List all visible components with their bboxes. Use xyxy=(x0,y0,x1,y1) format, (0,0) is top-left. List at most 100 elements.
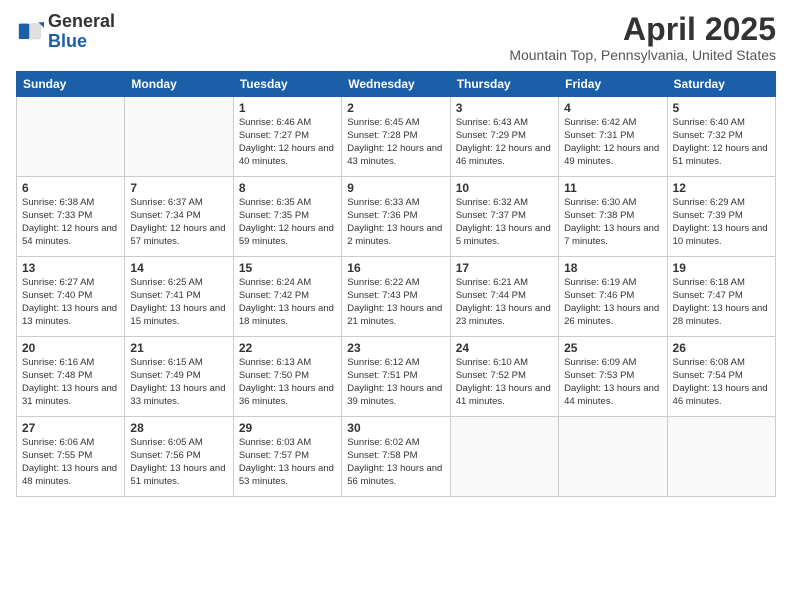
day-info: Sunrise: 6:18 AM Sunset: 7:47 PM Dayligh… xyxy=(673,277,770,328)
day-number: 30 xyxy=(347,421,444,435)
logo-text: General Blue xyxy=(48,12,115,52)
day-number: 23 xyxy=(347,341,444,355)
table-row: 23 Sunrise: 6:12 AM Sunset: 7:51 PM Dayli… xyxy=(342,337,450,417)
col-saturday: Saturday xyxy=(667,72,775,97)
col-wednesday: Wednesday xyxy=(342,72,450,97)
col-friday: Friday xyxy=(559,72,667,97)
table-row: 2 Sunrise: 6:45 AM Sunset: 7:28 PM Daylig… xyxy=(342,97,450,177)
day-info: Sunrise: 6:25 AM Sunset: 7:41 PM Dayligh… xyxy=(130,277,227,328)
day-info: Sunrise: 6:35 AM Sunset: 7:35 PM Dayligh… xyxy=(239,197,336,248)
day-info: Sunrise: 6:06 AM Sunset: 7:55 PM Dayligh… xyxy=(22,437,119,488)
logo: General Blue xyxy=(16,12,115,52)
day-info: Sunrise: 6:46 AM Sunset: 7:27 PM Dayligh… xyxy=(239,117,336,168)
day-info: Sunrise: 6:10 AM Sunset: 7:52 PM Dayligh… xyxy=(456,357,553,408)
day-info: Sunrise: 6:37 AM Sunset: 7:34 PM Dayligh… xyxy=(130,197,227,248)
table-row xyxy=(667,417,775,497)
day-info: Sunrise: 6:03 AM Sunset: 7:57 PM Dayligh… xyxy=(239,437,336,488)
calendar-header-row: Sunday Monday Tuesday Wednesday Thursday… xyxy=(17,72,776,97)
table-row: 24Sunrise: 6:10 AM Sunset: 7:52 PM Dayli… xyxy=(450,337,558,417)
table-row: 3 Sunrise: 6:43 AM Sunset: 7:29 PM Daylig… xyxy=(450,97,558,177)
table-row: 14 Sunrise: 6:25 AM Sunset: 7:41 PM Dayli… xyxy=(125,257,233,337)
day-info: Sunrise: 6:38 AM Sunset: 7:33 PM Dayligh… xyxy=(22,197,119,248)
day-info: Sunrise: 6:08 AM Sunset: 7:54 PM Dayligh… xyxy=(673,357,770,408)
table-row: 27 Sunrise: 6:06 AM Sunset: 7:55 PM Dayli… xyxy=(17,417,125,497)
day-number: 11 xyxy=(564,181,661,195)
table-row: 18 Sunrise: 6:19 AM Sunset: 7:46 PM Dayli… xyxy=(559,257,667,337)
day-info: Sunrise: 6:45 AM Sunset: 7:28 PM Dayligh… xyxy=(347,117,444,168)
table-row: 28Sunrise: 6:05 AM Sunset: 7:56 PM Dayli… xyxy=(125,417,233,497)
day-number: 9 xyxy=(347,181,444,195)
page: General Blue April 2025 Mountain Top, Pe… xyxy=(0,0,792,612)
table-row: 9 Sunrise: 6:33 AM Sunset: 7:36 PM Daylig… xyxy=(342,177,450,257)
logo-icon xyxy=(16,18,44,46)
calendar-table: Sunday Monday Tuesday Wednesday Thursday… xyxy=(16,71,776,497)
day-number: 14 xyxy=(130,261,227,275)
day-info: Sunrise: 6:12 AM Sunset: 7:51 PM Dayligh… xyxy=(347,357,444,408)
day-info: Sunrise: 6:29 AM Sunset: 7:39 PM Dayligh… xyxy=(673,197,770,248)
day-info: Sunrise: 6:19 AM Sunset: 7:46 PM Dayligh… xyxy=(564,277,661,328)
day-info: Sunrise: 6:16 AM Sunset: 7:48 PM Dayligh… xyxy=(22,357,119,408)
day-info: Sunrise: 6:13 AM Sunset: 7:50 PM Dayligh… xyxy=(239,357,336,408)
day-info: Sunrise: 6:02 AM Sunset: 7:58 PM Dayligh… xyxy=(347,437,444,488)
table-row: 1 Sunrise: 6:46 AM Sunset: 7:27 PM Daylig… xyxy=(233,97,341,177)
calendar-week-row: 1 Sunrise: 6:46 AM Sunset: 7:27 PM Daylig… xyxy=(17,97,776,177)
day-number: 18 xyxy=(564,261,661,275)
day-info: Sunrise: 6:30 AM Sunset: 7:38 PM Dayligh… xyxy=(564,197,661,248)
header: General Blue April 2025 Mountain Top, Pe… xyxy=(16,12,776,63)
day-info: Sunrise: 6:09 AM Sunset: 7:53 PM Dayligh… xyxy=(564,357,661,408)
col-sunday: Sunday xyxy=(17,72,125,97)
day-number: 1 xyxy=(239,101,336,115)
table-row xyxy=(17,97,125,177)
title-block: April 2025 Mountain Top, Pennsylvania, U… xyxy=(509,12,776,63)
day-number: 13 xyxy=(22,261,119,275)
table-row: 10Sunrise: 6:32 AM Sunset: 7:37 PM Dayli… xyxy=(450,177,558,257)
day-number: 4 xyxy=(564,101,661,115)
day-info: Sunrise: 6:21 AM Sunset: 7:44 PM Dayligh… xyxy=(456,277,553,328)
calendar-week-row: 6Sunrise: 6:38 AM Sunset: 7:33 PM Daylig… xyxy=(17,177,776,257)
day-number: 7 xyxy=(130,181,227,195)
day-info: Sunrise: 6:42 AM Sunset: 7:31 PM Dayligh… xyxy=(564,117,661,168)
table-row: 6Sunrise: 6:38 AM Sunset: 7:33 PM Daylig… xyxy=(17,177,125,257)
day-info: Sunrise: 6:15 AM Sunset: 7:49 PM Dayligh… xyxy=(130,357,227,408)
day-number: 16 xyxy=(347,261,444,275)
day-number: 19 xyxy=(673,261,770,275)
day-number: 17 xyxy=(456,261,553,275)
table-row: 26Sunrise: 6:08 AM Sunset: 7:54 PM Dayli… xyxy=(667,337,775,417)
calendar-subtitle: Mountain Top, Pennsylvania, United State… xyxy=(509,47,776,63)
table-row: 4 Sunrise: 6:42 AM Sunset: 7:31 PM Daylig… xyxy=(559,97,667,177)
day-number: 12 xyxy=(673,181,770,195)
day-number: 2 xyxy=(347,101,444,115)
col-monday: Monday xyxy=(125,72,233,97)
calendar-week-row: 20Sunrise: 6:16 AM Sunset: 7:48 PM Dayli… xyxy=(17,337,776,417)
calendar-week-row: 13 Sunrise: 6:27 AM Sunset: 7:40 PM Dayli… xyxy=(17,257,776,337)
table-row: 25 Sunrise: 6:09 AM Sunset: 7:53 PM Dayli… xyxy=(559,337,667,417)
day-number: 29 xyxy=(239,421,336,435)
table-row: 20Sunrise: 6:16 AM Sunset: 7:48 PM Dayli… xyxy=(17,337,125,417)
day-info: Sunrise: 6:22 AM Sunset: 7:43 PM Dayligh… xyxy=(347,277,444,328)
col-tuesday: Tuesday xyxy=(233,72,341,97)
day-number: 28 xyxy=(130,421,227,435)
day-number: 3 xyxy=(456,101,553,115)
day-info: Sunrise: 6:24 AM Sunset: 7:42 PM Dayligh… xyxy=(239,277,336,328)
day-number: 15 xyxy=(239,261,336,275)
table-row: 7 Sunrise: 6:37 AM Sunset: 7:34 PM Daylig… xyxy=(125,177,233,257)
table-row: 13 Sunrise: 6:27 AM Sunset: 7:40 PM Dayli… xyxy=(17,257,125,337)
table-row: 22 Sunrise: 6:13 AM Sunset: 7:50 PM Dayli… xyxy=(233,337,341,417)
day-info: Sunrise: 6:33 AM Sunset: 7:36 PM Dayligh… xyxy=(347,197,444,248)
table-row: 17 Sunrise: 6:21 AM Sunset: 7:44 PM Dayli… xyxy=(450,257,558,337)
calendar-title: April 2025 xyxy=(509,12,776,47)
table-row xyxy=(125,97,233,177)
table-row: 15 Sunrise: 6:24 AM Sunset: 7:42 PM Dayli… xyxy=(233,257,341,337)
day-number: 22 xyxy=(239,341,336,355)
table-row xyxy=(450,417,558,497)
day-number: 27 xyxy=(22,421,119,435)
day-info: Sunrise: 6:32 AM Sunset: 7:37 PM Dayligh… xyxy=(456,197,553,248)
day-info: Sunrise: 6:27 AM Sunset: 7:40 PM Dayligh… xyxy=(22,277,119,328)
day-number: 25 xyxy=(564,341,661,355)
table-row: 30 Sunrise: 6:02 AM Sunset: 7:58 PM Dayli… xyxy=(342,417,450,497)
day-info: Sunrise: 6:40 AM Sunset: 7:32 PM Dayligh… xyxy=(673,117,770,168)
day-number: 21 xyxy=(130,341,227,355)
day-info: Sunrise: 6:43 AM Sunset: 7:29 PM Dayligh… xyxy=(456,117,553,168)
day-number: 8 xyxy=(239,181,336,195)
table-row: 16 Sunrise: 6:22 AM Sunset: 7:43 PM Dayli… xyxy=(342,257,450,337)
